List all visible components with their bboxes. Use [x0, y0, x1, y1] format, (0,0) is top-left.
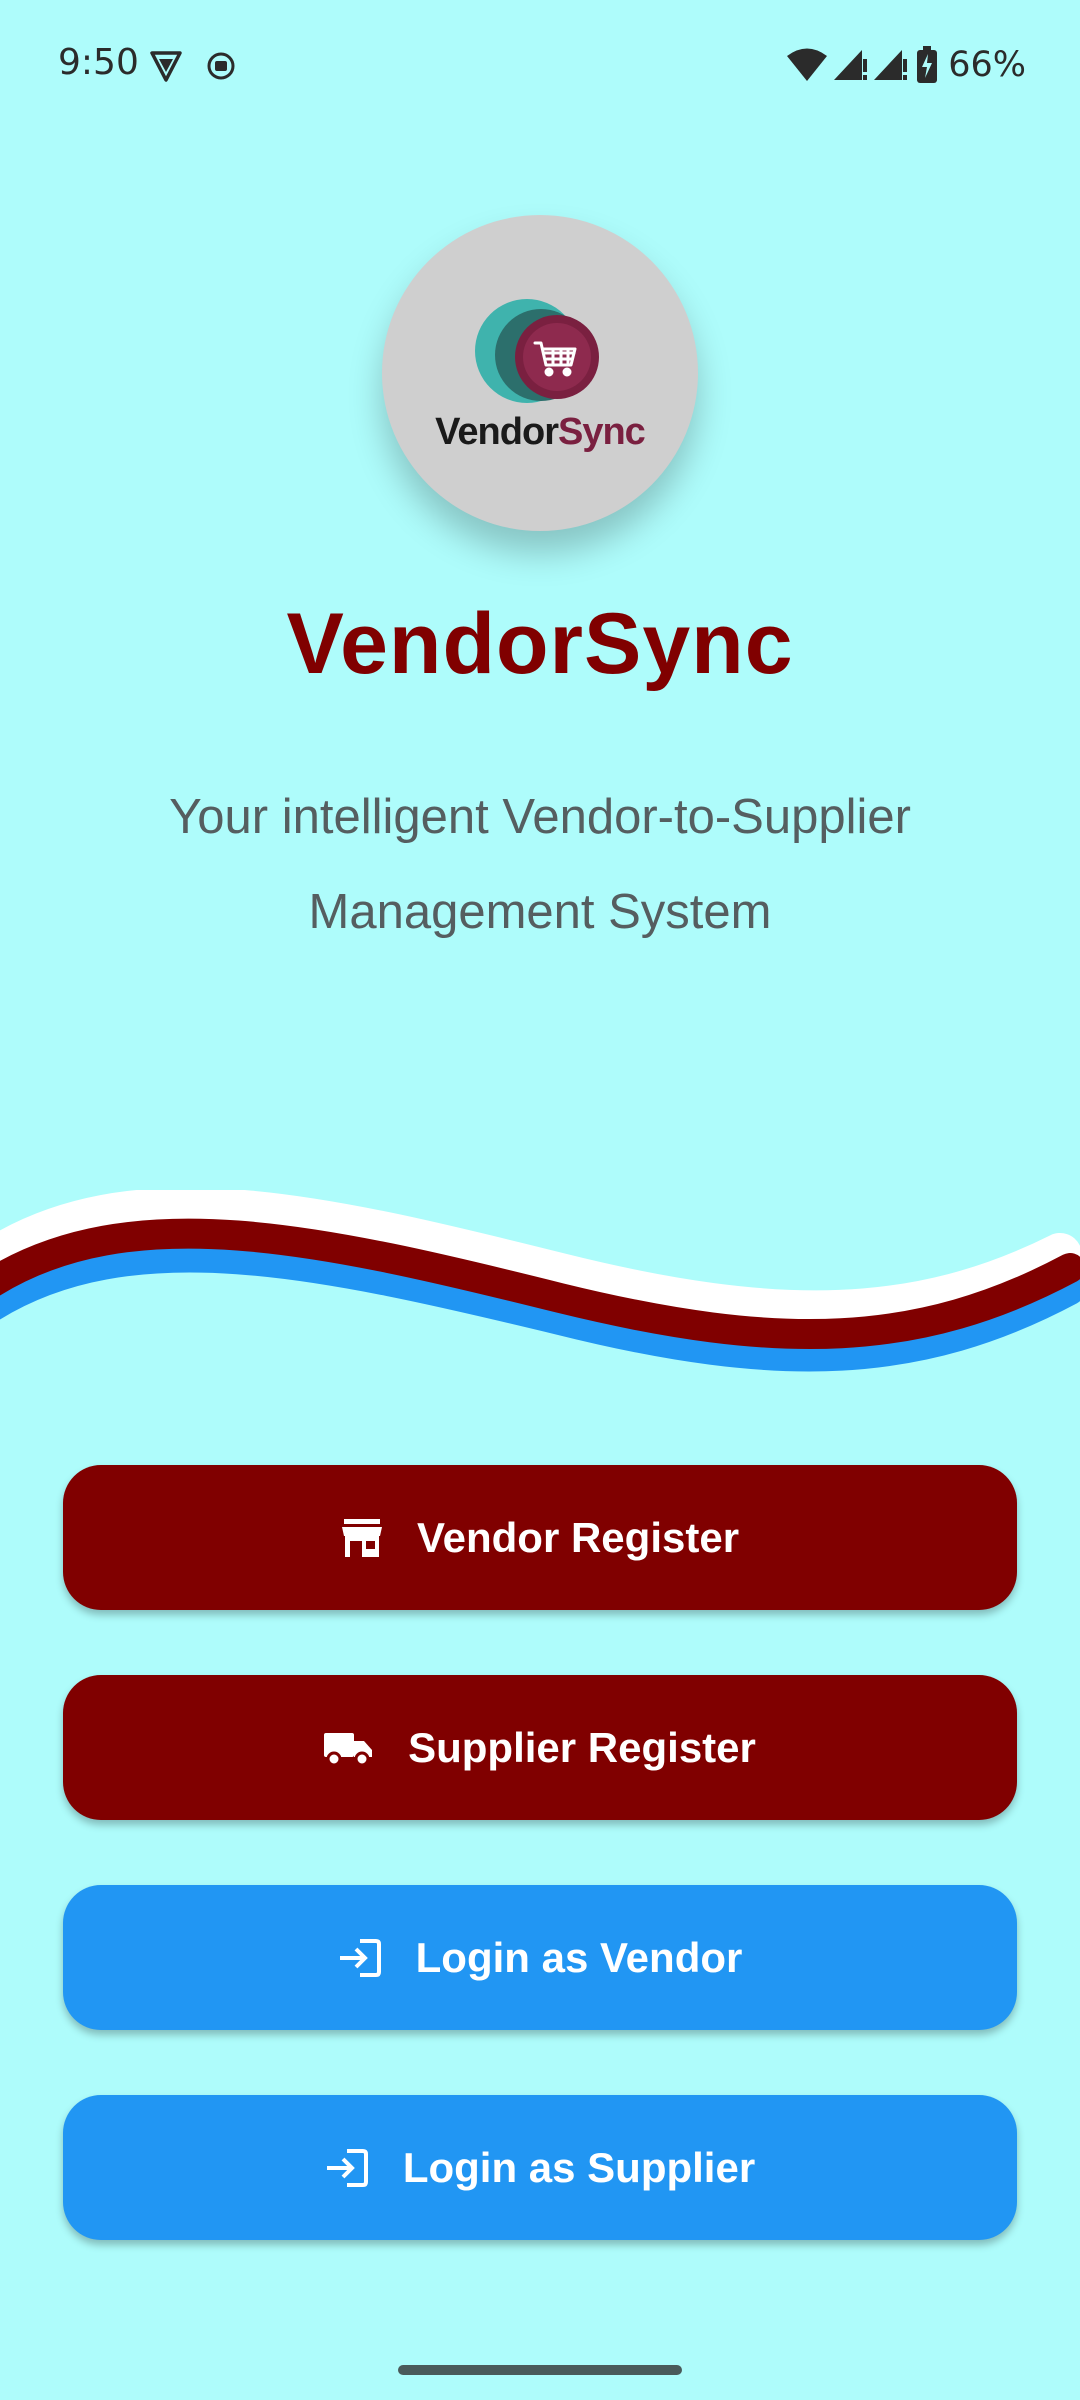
home-indicator[interactable]: [398, 2365, 682, 2375]
login-icon: [338, 1938, 382, 1978]
app-title: VendorSync: [286, 596, 794, 692]
logo-word-vendor: Vendor: [435, 411, 559, 453]
login-vendor-button[interactable]: Login as Vendor: [63, 1885, 1017, 2030]
truck-icon: [324, 1729, 374, 1767]
store-icon: [341, 1518, 383, 1557]
login-supplier-label: Login as Supplier: [402, 2143, 756, 2191]
app-logo: VendorSync: [382, 215, 698, 531]
login-vendor-label: Login as Vendor: [415, 1933, 743, 1981]
login-icon: [325, 2148, 369, 2188]
vendor-register-button[interactable]: Vendor Register: [63, 1465, 1017, 1610]
subtitle-line-1: Your intelligent Vendor-to-Supplier: [169, 790, 911, 844]
status-time: 9:50: [58, 42, 139, 83]
subtitle-line-2: Management System: [308, 885, 772, 939]
decorative-wave: [0, 1190, 1080, 1372]
battery-charging-icon: [916, 46, 938, 84]
status-bar: 9:50 66%: [0, 0, 1080, 130]
status-icons: 66%: [786, 40, 1026, 90]
supplier-register-label: Supplier Register: [408, 1723, 756, 1771]
supplier-register-button[interactable]: Supplier Register: [63, 1675, 1017, 1820]
screen-record-icon: [206, 51, 236, 86]
logo-wordmark: VendorSync: [382, 411, 698, 454]
wifi-icon: [786, 47, 828, 83]
signal-icon: [832, 47, 868, 83]
signal-icon: [872, 47, 908, 83]
logo-emblem-icon: [475, 299, 599, 403]
battery-percent: 66%: [948, 45, 1026, 85]
login-supplier-button[interactable]: Login as Supplier: [63, 2095, 1017, 2240]
vpn-shield-icon: [148, 48, 184, 89]
vendor-register-label: Vendor Register: [416, 1513, 740, 1561]
app-subtitle: Your intelligent Vendor-to-Supplier Mana…: [90, 770, 990, 960]
logo-word-sync: Sync: [557, 411, 646, 453]
